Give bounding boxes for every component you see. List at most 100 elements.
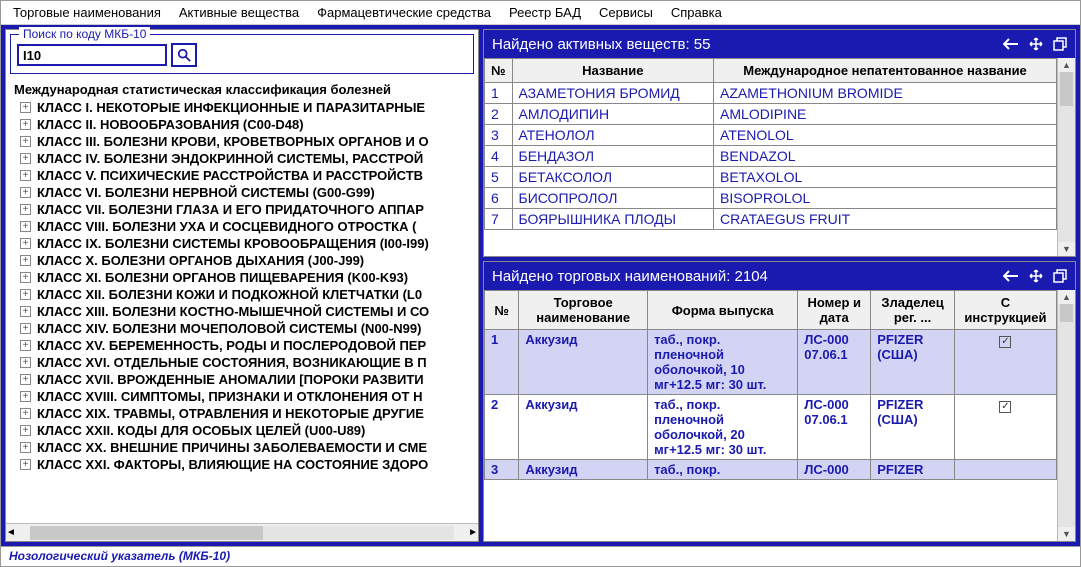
- tree-item[interactable]: + КЛАСС XV. БЕРЕМЕННОСТЬ, РОДЫ И ПОСЛЕРОД…: [10, 337, 474, 354]
- tree-item[interactable]: + КЛАСС XVIII. СИМПТОМЫ, ПРИЗНАКИ И ОТКЛО…: [10, 388, 474, 405]
- tree-item[interactable]: +КЛАСС VI. БОЛЕЗНИ НЕРВНОЙ СИСТЕМЫ (G00-…: [10, 184, 474, 201]
- expand-icon[interactable]: +: [20, 204, 31, 215]
- expand-icon[interactable]: +: [20, 408, 31, 419]
- tree-item-label: КЛАСС III. БОЛЕЗНИ КРОВИ, КРОВЕТВОРНЫХ О…: [37, 134, 429, 149]
- windows-icon[interactable]: [1053, 37, 1067, 51]
- expand-icon[interactable]: +: [20, 391, 31, 402]
- expand-icon[interactable]: +: [20, 153, 31, 164]
- expand-icon[interactable]: +: [20, 238, 31, 249]
- tree-item-label: КЛАСС IX. БОЛЕЗНИ СИСТЕМЫ КРОВООБРАЩЕНИЯ…: [37, 236, 429, 251]
- tree-item[interactable]: + КЛАСС III. БОЛЕЗНИ КРОВИ, КРОВЕТВОРНЫХ …: [10, 133, 474, 150]
- tree-item[interactable]: +КЛАСС I. НЕКОТОРЫЕ ИНФЕКЦИОННЫЕ И ПАРАЗ…: [10, 99, 474, 116]
- expand-icon[interactable]: +: [20, 272, 31, 283]
- expand-icon[interactable]: +: [20, 340, 31, 351]
- search-group: Поиск по коду МКБ-10: [10, 34, 474, 74]
- tree-item-label: КЛАСС XVIII. СИМПТОМЫ, ПРИЗНАКИ И ОТКЛОН…: [37, 389, 422, 404]
- move-icon[interactable]: [1029, 269, 1043, 283]
- back-arrow-icon[interactable]: [1003, 38, 1019, 50]
- expand-icon[interactable]: +: [20, 306, 31, 317]
- col-num[interactable]: №: [485, 59, 513, 83]
- expand-icon[interactable]: +: [20, 442, 31, 453]
- expand-icon[interactable]: +: [20, 289, 31, 300]
- table-row[interactable]: 1Аккузидтаб., покр. пленочной оболочкой,…: [485, 330, 1057, 395]
- tree-item[interactable]: +КЛАСС XVI. ОТДЕЛЬНЫЕ СОСТОЯНИЯ, ВОЗНИКА…: [10, 354, 474, 371]
- icd-tree[interactable]: Международная статистическая классификац…: [6, 78, 478, 523]
- tree-item[interactable]: +КЛАСС X. БОЛЕЗНИ ОРГАНОВ ДЫХАНИЯ (J00-J…: [10, 252, 474, 269]
- table-row[interactable]: 7БОЯРЫШНИКА ПЛОДЫCRATAEGUS FRUIT: [485, 209, 1057, 230]
- col-reg[interactable]: Номер и дата: [798, 291, 871, 330]
- scroll-left-icon[interactable]: ◄: [6, 527, 16, 538]
- col-instr[interactable]: С инструкцией: [954, 291, 1056, 330]
- expand-icon[interactable]: +: [20, 425, 31, 436]
- horizontal-scrollbar[interactable]: ◄ ►: [6, 523, 478, 541]
- trade-header: Найдено торговых наименований: 2104: [484, 262, 1075, 290]
- trade-scrollbar[interactable]: ▲ ▼: [1057, 290, 1075, 541]
- col-trade-name[interactable]: Торговое наименование: [519, 291, 648, 330]
- windows-icon[interactable]: [1053, 269, 1067, 283]
- menu-help[interactable]: Справка: [671, 5, 722, 20]
- expand-icon[interactable]: +: [20, 136, 31, 147]
- checkbox-icon[interactable]: ✓: [999, 336, 1011, 348]
- table-row[interactable]: 1АЗАМЕТОНИЯ БРОМИДAZAMETHONIUM BROMIDE: [485, 83, 1057, 104]
- tree-item[interactable]: +КЛАСС XII. БОЛЕЗНИ КОЖИ И ПОДКОЖНОЙ КЛЕ…: [10, 286, 474, 303]
- menu-services[interactable]: Сервисы: [599, 5, 653, 20]
- tree-item[interactable]: +КЛАСС XVII. ВРОЖДЕННЫЕ АНОМАЛИИ [ПОРОКИ…: [10, 371, 474, 388]
- tree-item[interactable]: +КЛАСС XX. ВНЕШНИЕ ПРИЧИНЫ ЗАБОЛЕВАЕМОСТ…: [10, 439, 474, 456]
- menu-trade-names[interactable]: Торговые наименования: [13, 5, 161, 20]
- checkbox-icon[interactable]: ✓: [999, 401, 1011, 413]
- trade-table[interactable]: № Торговое наименование Форма выпуска Но…: [484, 290, 1057, 480]
- table-row[interactable]: 2АМЛОДИПИНAMLODIPINE: [485, 104, 1057, 125]
- expand-icon[interactable]: +: [20, 323, 31, 334]
- search-button[interactable]: [171, 43, 197, 67]
- expand-icon[interactable]: +: [20, 170, 31, 181]
- tree-root[interactable]: Международная статистическая классификац…: [10, 80, 474, 99]
- substances-scrollbar[interactable]: ▲ ▼: [1057, 58, 1075, 256]
- expand-icon[interactable]: +: [20, 459, 31, 470]
- table-row[interactable]: 4БЕНДАЗОЛBENDAZOL: [485, 146, 1057, 167]
- back-arrow-icon[interactable]: [1003, 270, 1019, 282]
- table-row[interactable]: 5БЕТАКСОЛОЛBETAXOLOL: [485, 167, 1057, 188]
- tree-item[interactable]: +КЛАСС XXI. ФАКТОРЫ, ВЛИЯЮЩИЕ НА СОСТОЯН…: [10, 456, 474, 473]
- expand-icon[interactable]: +: [20, 119, 31, 130]
- expand-icon[interactable]: +: [20, 221, 31, 232]
- tree-item[interactable]: +КЛАСС XIV. БОЛЕЗНИ МОЧЕПОЛОВОЙ СИСТЕМЫ …: [10, 320, 474, 337]
- tree-item[interactable]: + КЛАСС XIII. БОЛЕЗНИ КОСТНО-МЫШЕЧНОЙ СИС…: [10, 303, 474, 320]
- substances-table[interactable]: № Название Международное непатентованное…: [484, 58, 1057, 230]
- expand-icon[interactable]: +: [20, 374, 31, 385]
- tree-item[interactable]: +КЛАСС XXII. КОДЫ ДЛЯ ОСОБЫХ ЦЕЛЕЙ (U00-…: [10, 422, 474, 439]
- col-form[interactable]: Форма выпуска: [648, 291, 798, 330]
- tree-item-label: КЛАСС XIII. БОЛЕЗНИ КОСТНО-МЫШЕЧНОЙ СИСТ…: [37, 304, 429, 319]
- expand-icon[interactable]: +: [20, 255, 31, 266]
- expand-icon[interactable]: +: [20, 187, 31, 198]
- table-row[interactable]: 2Аккузидтаб., покр. пленочной оболочкой,…: [485, 395, 1057, 460]
- table-row[interactable]: 3АТЕНОЛОЛATENOLOL: [485, 125, 1057, 146]
- tree-item[interactable]: + КЛАСС II. НОВООБРАЗОВАНИЯ (C00-D48): [10, 116, 474, 133]
- menu-pharma[interactable]: Фармацевтические средства: [317, 5, 491, 20]
- statusbar: Нозологический указатель (МКБ-10): [1, 546, 1080, 566]
- col-name[interactable]: Название: [512, 59, 714, 83]
- tree-item[interactable]: +КЛАСС VII. БОЛЕЗНИ ГЛАЗА И ЕГО ПРИДАТОЧ…: [10, 201, 474, 218]
- tree-item[interactable]: +КЛАСС V. ПСИХИЧЕСКИЕ РАССТРОЙСТВА И РАС…: [10, 167, 474, 184]
- menu-active-substances[interactable]: Активные вещества: [179, 5, 299, 20]
- menu-bad[interactable]: Реестр БАД: [509, 5, 581, 20]
- scroll-right-icon[interactable]: ►: [468, 527, 478, 538]
- expand-icon[interactable]: +: [20, 102, 31, 113]
- tree-item[interactable]: +КЛАСС XI. БОЛЕЗНИ ОРГАНОВ ПИЩЕВАРЕНИЯ (…: [10, 269, 474, 286]
- col-owner[interactable]: Зладелец рег. ...: [871, 291, 955, 330]
- tree-item[interactable]: +КЛАСС VIII. БОЛЕЗНИ УХА И СОСЦЕВИДНОГО …: [10, 218, 474, 235]
- app-window: Торговые наименования Активные вещества …: [0, 0, 1081, 567]
- tree-item[interactable]: + КЛАСС IX. БОЛЕЗНИ СИСТЕМЫ КРОВООБРАЩЕНИ…: [10, 235, 474, 252]
- search-input[interactable]: [17, 44, 167, 66]
- expand-icon[interactable]: +: [20, 357, 31, 368]
- table-row[interactable]: 3Аккузидтаб., покр.ЛС-000PFIZER: [485, 460, 1057, 480]
- table-row[interactable]: 6БИСОПРОЛОЛBISOPROLOL: [485, 188, 1057, 209]
- tree-item[interactable]: +КЛАСС XIX. ТРАВМЫ, ОТРАВЛЕНИЯ И НЕКОТОР…: [10, 405, 474, 422]
- search-group-title: Поиск по коду МКБ-10: [19, 27, 150, 41]
- move-icon[interactable]: [1029, 37, 1043, 51]
- col-num[interactable]: №: [485, 291, 519, 330]
- substances-header: Найдено активных веществ: 55: [484, 30, 1075, 58]
- col-inn[interactable]: Международное непатентованное название: [714, 59, 1057, 83]
- tree-item-label: КЛАСС II. НОВООБРАЗОВАНИЯ (C00-D48): [37, 117, 304, 132]
- tree-item[interactable]: +КЛАСС IV. БОЛЕЗНИ ЭНДОКРИННОЙ СИСТЕМЫ, …: [10, 150, 474, 167]
- tree-item-label: КЛАСС XV. БЕРЕМЕННОСТЬ, РОДЫ И ПОСЛЕРОДО…: [37, 338, 426, 353]
